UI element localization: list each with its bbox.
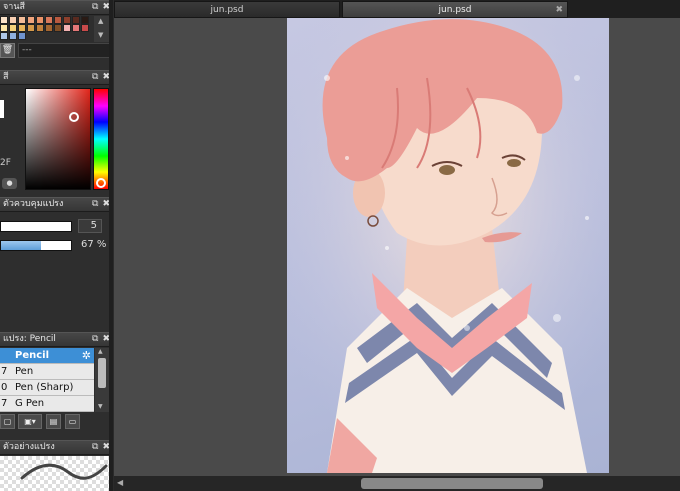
color-swatch[interactable] xyxy=(18,24,26,32)
brush-name: G Pen xyxy=(15,398,45,409)
brush-control-title-text: ตัวควบคุมแปรง xyxy=(3,199,64,209)
copy-brush-button[interactable]: ▤ xyxy=(46,414,61,429)
brush-name: Pen xyxy=(15,366,34,377)
tab-jun-psd-2[interactable]: jun.psd ✖ xyxy=(342,1,568,18)
color-swatch[interactable] xyxy=(81,24,89,32)
color-swatch[interactable] xyxy=(45,24,53,32)
hue-cursor[interactable] xyxy=(96,178,106,188)
color-swatch[interactable] xyxy=(9,24,17,32)
brush-size-value[interactable]: 5 xyxy=(78,219,102,233)
new-brush-icon: ▢ xyxy=(3,417,12,426)
eyedropper-icon: ● xyxy=(6,179,13,187)
color-swatch[interactable] xyxy=(81,16,89,24)
current-color-swatch[interactable] xyxy=(0,100,4,118)
color-swatch[interactable] xyxy=(27,24,35,32)
brush-stroke-preview xyxy=(20,463,108,480)
color-swatch[interactable] xyxy=(54,16,62,24)
color-swatch[interactable] xyxy=(63,24,71,32)
color-swatch[interactable] xyxy=(72,24,80,32)
palette-panel-title-text: จานสี xyxy=(3,2,25,12)
brush-item-g-pen[interactable]: 7 G Pen xyxy=(0,396,94,412)
color-swatch[interactable] xyxy=(9,32,17,40)
tab-label: jun.psd xyxy=(438,5,472,15)
brush-preview-title-text: ตัวอย่างแปรง xyxy=(3,442,55,452)
color-swatch[interactable] xyxy=(72,16,80,24)
scroll-down-icon[interactable]: ▼ xyxy=(98,403,103,410)
brush-list-scrollbar[interactable]: ▲ ▼ xyxy=(95,348,109,412)
brush-panel-title[interactable]: แปรง: Pencil ⧉ ✖ xyxy=(0,332,113,347)
color-swatch[interactable] xyxy=(36,24,44,32)
palette-swatches xyxy=(0,16,92,40)
palette-panel-title[interactable]: จานสี ⧉ ✖ xyxy=(0,0,113,15)
copy-brush-icon: ▤ xyxy=(49,417,58,426)
trash-icon: 🗑 xyxy=(1,45,14,55)
scroll-up-icon[interactable]: ▲ xyxy=(98,348,103,355)
color-swatch[interactable] xyxy=(9,16,17,24)
color-swatch[interactable] xyxy=(63,16,71,24)
brush-item-pencil[interactable]: Pencil ✲ xyxy=(0,348,94,364)
hue-slider[interactable] xyxy=(93,88,109,190)
scroll-up-icon[interactable]: ▲ xyxy=(98,17,103,25)
brush-name: Pencil xyxy=(15,350,50,361)
tab-jun-psd-1[interactable]: jun.psd xyxy=(114,1,340,18)
color-swatch[interactable] xyxy=(0,16,8,24)
brush-size-slider[interactable] xyxy=(0,221,72,232)
color-swatch[interactable] xyxy=(36,16,44,24)
gear-icon[interactable]: ✲ xyxy=(82,348,91,364)
close-icon[interactable]: ✖ xyxy=(555,2,563,19)
brush-preview-area xyxy=(0,456,110,491)
artwork-canvas[interactable] xyxy=(287,18,609,473)
color-swatch[interactable] xyxy=(18,16,26,24)
panel-divider[interactable] xyxy=(109,0,113,491)
color-swatch[interactable] xyxy=(0,32,8,40)
scroll-down-icon[interactable]: ▼ xyxy=(98,31,103,39)
brush-menu-button[interactable]: ▣▾ xyxy=(18,414,42,429)
brush-item-pen-sharp[interactable]: 0 Pen (Sharp) xyxy=(0,380,94,396)
hex-value-text: 2F xyxy=(0,158,11,168)
tab-label: jun.psd xyxy=(210,5,244,15)
brush-control-panel-title[interactable]: ตัวควบคุมแปรง ⧉ ✖ xyxy=(0,197,113,212)
color-picker-cursor[interactable] xyxy=(69,112,79,122)
canvas-horizontal-scrollbar[interactable]: ◀ xyxy=(114,476,680,491)
color-panel-title[interactable]: สี ⧉ ✖ xyxy=(0,70,113,85)
delete-color-button[interactable]: 🗑 xyxy=(0,43,15,58)
brush-opacity-value: 67 % xyxy=(81,239,107,250)
brush-item-pen[interactable]: 7 Pen xyxy=(0,364,94,380)
eyedropper-button[interactable]: ● xyxy=(2,178,17,189)
brush-panel-title-text: แปรง: Pencil xyxy=(3,334,56,344)
color-swatch[interactable] xyxy=(54,24,62,32)
document-tab-bar: jun.psd jun.psd ✖ xyxy=(114,0,680,18)
brush-index: 7 xyxy=(1,398,8,409)
scroll-thumb[interactable] xyxy=(361,478,543,489)
color-swatch[interactable] xyxy=(45,16,53,24)
palette-name-field[interactable]: --- xyxy=(18,43,112,58)
color-swatch[interactable] xyxy=(0,24,8,32)
folder-icon: ▭ xyxy=(68,417,77,426)
scroll-thumb[interactable] xyxy=(98,358,106,388)
color-swatch[interactable] xyxy=(18,32,26,40)
pin-icon[interactable]: ⧉ xyxy=(92,442,98,452)
new-brush-button[interactable]: ▢ xyxy=(0,414,15,429)
brush-preview-panel-title[interactable]: ตัวอย่างแปรง ⧉ ✖ xyxy=(0,440,113,455)
brush-name: Pen (Sharp) xyxy=(15,382,74,393)
left-panel-column: จานสี ⧉ ✖ ▲ ▼ 🗑 --- สี ⧉ ✖ 2F ● ตัวควบคุมแ… xyxy=(0,0,113,491)
brush-menu-icon: ▣▾ xyxy=(24,417,36,426)
pin-icon[interactable]: ⧉ xyxy=(92,199,98,209)
scroll-left-icon[interactable]: ◀ xyxy=(117,478,123,487)
pin-icon[interactable]: ⧉ xyxy=(92,334,98,344)
brush-folder-button[interactable]: ▭ xyxy=(65,414,80,429)
pin-icon[interactable]: ⧉ xyxy=(92,2,98,12)
color-swatch[interactable] xyxy=(27,16,35,24)
portrait-illustration xyxy=(287,18,609,473)
brush-index: 0 xyxy=(1,382,8,393)
brush-list: Pencil ✲ 7 Pen 0 Pen (Sharp) 7 G Pen xyxy=(0,348,94,412)
brush-opacity-slider[interactable] xyxy=(0,240,72,251)
opacity-slider-fill xyxy=(1,241,42,250)
brush-index: 7 xyxy=(1,366,8,377)
color-panel-title-text: สี xyxy=(3,72,9,82)
pin-icon[interactable]: ⧉ xyxy=(92,72,98,82)
medibang-window: จานสี ⧉ ✖ ▲ ▼ 🗑 --- สี ⧉ ✖ 2F ● ตัวควบคุมแ… xyxy=(0,0,680,491)
saturation-value-picker[interactable] xyxy=(25,88,91,190)
